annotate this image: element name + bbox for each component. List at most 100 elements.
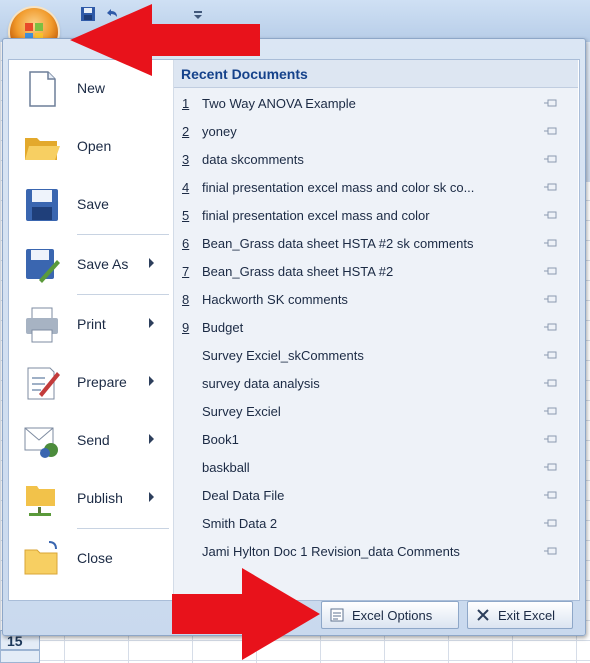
- recent-document-item[interactable]: 2 yoney: [174, 118, 578, 146]
- recent-document-name: Smith Data 2: [202, 516, 278, 531]
- menu-item-save-as[interactable]: Save As: [9, 236, 173, 292]
- printer-icon: [26, 307, 58, 343]
- submenu-arrow-icon: [149, 376, 154, 386]
- menu-item-open[interactable]: Open: [9, 118, 173, 174]
- recent-document-name: Budget: [202, 320, 244, 335]
- menu-commands: New Open Save Save As Print Prepare Send…: [9, 60, 174, 600]
- annotation-arrow-bottom: [172, 568, 320, 660]
- menu-item-save[interactable]: Save: [9, 176, 173, 232]
- recent-document-number: 9: [182, 320, 190, 335]
- recent-document-name: Survey Exciel: [202, 404, 281, 419]
- menu-item-label: New: [77, 80, 106, 96]
- recent-document-name: Jami Hylton Doc 1 Revision_data Comments: [202, 544, 460, 559]
- annotation-arrow-top: [70, 4, 260, 76]
- exit-excel-label: Exit Excel: [498, 608, 556, 623]
- menu-item-print[interactable]: Print: [9, 296, 173, 352]
- new-document-icon: [29, 71, 56, 107]
- recent-document-item[interactable]: Survey Exciel: [174, 398, 578, 426]
- submenu-arrow-icon: [149, 492, 154, 502]
- recent-documents-panel: Recent Documents 1 Two Way ANOVA Example 2…: [174, 60, 578, 600]
- menu-item-label: Print: [77, 316, 106, 332]
- recent-document-name: yoney: [202, 124, 237, 139]
- pin-icon[interactable]: [544, 238, 558, 248]
- pin-icon[interactable]: [544, 546, 558, 556]
- exit-excel-button[interactable]: Exit Excel: [467, 601, 573, 629]
- menu-item-close[interactable]: Close: [9, 530, 173, 586]
- recent-document-item[interactable]: 1 Two Way ANOVA Example: [174, 90, 578, 118]
- recent-document-number: 1: [182, 96, 190, 111]
- excel-options-button[interactable]: Excel Options: [321, 601, 459, 629]
- pin-icon[interactable]: [544, 126, 558, 136]
- recent-document-item[interactable]: baskball: [174, 454, 578, 482]
- menu-item-send[interactable]: Send: [9, 412, 173, 468]
- recent-document-item[interactable]: survey data analysis: [174, 370, 578, 398]
- pin-icon[interactable]: [544, 210, 558, 220]
- recent-document-item[interactable]: 9 Budget: [174, 314, 578, 342]
- recent-document-name: Book1: [202, 432, 239, 447]
- pin-icon[interactable]: [544, 490, 558, 500]
- pin-icon[interactable]: [544, 294, 558, 304]
- excel-options-label: Excel Options: [352, 608, 433, 623]
- office-menu-body: New Open Save Save As Print Prepare Send…: [8, 59, 580, 601]
- save-disk-icon: [26, 189, 58, 221]
- menu-item-label: Open: [77, 138, 112, 154]
- recent-document-item[interactable]: 8 Hackworth SK comments: [174, 286, 578, 314]
- recent-document-number: 8: [182, 292, 190, 307]
- pin-icon[interactable]: [544, 434, 558, 444]
- recent-document-number: 5: [182, 208, 190, 223]
- pin-icon[interactable]: [544, 322, 558, 332]
- recent-document-item[interactable]: Deal Data File: [174, 482, 578, 510]
- menu-item-label: Send: [77, 432, 110, 448]
- menu-item-label: Save As: [77, 256, 129, 272]
- recent-document-name: finial presentation excel mass and color…: [202, 180, 475, 195]
- prepare-icon: [27, 367, 60, 400]
- publish-icon: [26, 486, 55, 516]
- recent-document-item[interactable]: Survey Exciel_skComments: [174, 342, 578, 370]
- menu-item-publish[interactable]: Publish: [9, 470, 173, 526]
- menu-separator: [77, 234, 169, 235]
- menu-separator: [77, 528, 169, 529]
- recent-document-number: 2: [182, 124, 190, 139]
- submenu-arrow-icon: [149, 318, 154, 328]
- recent-document-number: 6: [182, 236, 190, 251]
- pin-icon[interactable]: [544, 98, 558, 108]
- recent-document-item[interactable]: Book1: [174, 426, 578, 454]
- recent-document-item[interactable]: Jami Hylton Doc 1 Revision_data Comments: [174, 538, 578, 566]
- pin-icon[interactable]: [544, 406, 558, 416]
- menu-item-label: Prepare: [77, 374, 127, 390]
- recent-document-name: survey data analysis: [202, 376, 320, 391]
- menu-item-label: Save: [77, 196, 109, 212]
- recent-document-item[interactable]: 4 finial presentation excel mass and colo…: [174, 174, 578, 202]
- pin-icon[interactable]: [544, 182, 558, 192]
- recent-document-number: 4: [182, 180, 190, 195]
- recent-document-item[interactable]: 5 finial presentation excel mass and colo…: [174, 202, 578, 230]
- recent-document-item[interactable]: 6 Bean_Grass data sheet HSTA #2 sk commen…: [174, 230, 578, 258]
- recent-document-item[interactable]: Smith Data 2: [174, 510, 578, 538]
- pin-icon[interactable]: [544, 462, 558, 472]
- close-folder-icon: [24, 541, 58, 575]
- menu-item-prepare[interactable]: Prepare: [9, 354, 173, 410]
- menu-separator: [77, 294, 169, 295]
- recent-document-name: Hackworth SK comments: [202, 292, 348, 307]
- close-icon: [477, 609, 489, 621]
- pin-icon[interactable]: [544, 266, 558, 276]
- pin-icon[interactable]: [544, 154, 558, 164]
- pin-icon[interactable]: [544, 378, 558, 388]
- pin-icon[interactable]: [544, 518, 558, 528]
- office-menu: New Open Save Save As Print Prepare Send…: [2, 38, 586, 636]
- options-icon: [330, 608, 344, 622]
- recent-document-name: baskball: [202, 460, 250, 475]
- row-header[interactable]: [0, 650, 40, 663]
- send-icon: [24, 427, 58, 458]
- recent-document-item[interactable]: 3 data skcomments: [174, 146, 578, 174]
- recent-document-name: data skcomments: [202, 152, 304, 167]
- save-as-icon: [26, 249, 60, 283]
- recent-document-item[interactable]: 7 Bean_Grass data sheet HSTA #2: [174, 258, 578, 286]
- recent-document-name: Bean_Grass data sheet HSTA #2: [202, 264, 394, 279]
- recent-document-number: 7: [182, 264, 190, 279]
- recent-document-number: 3: [182, 152, 190, 167]
- recent-document-name: Two Way ANOVA Example: [202, 96, 356, 111]
- pin-icon[interactable]: [544, 350, 558, 360]
- submenu-arrow-icon: [149, 434, 154, 444]
- recent-document-name: Bean_Grass data sheet HSTA #2 sk comment…: [202, 236, 474, 251]
